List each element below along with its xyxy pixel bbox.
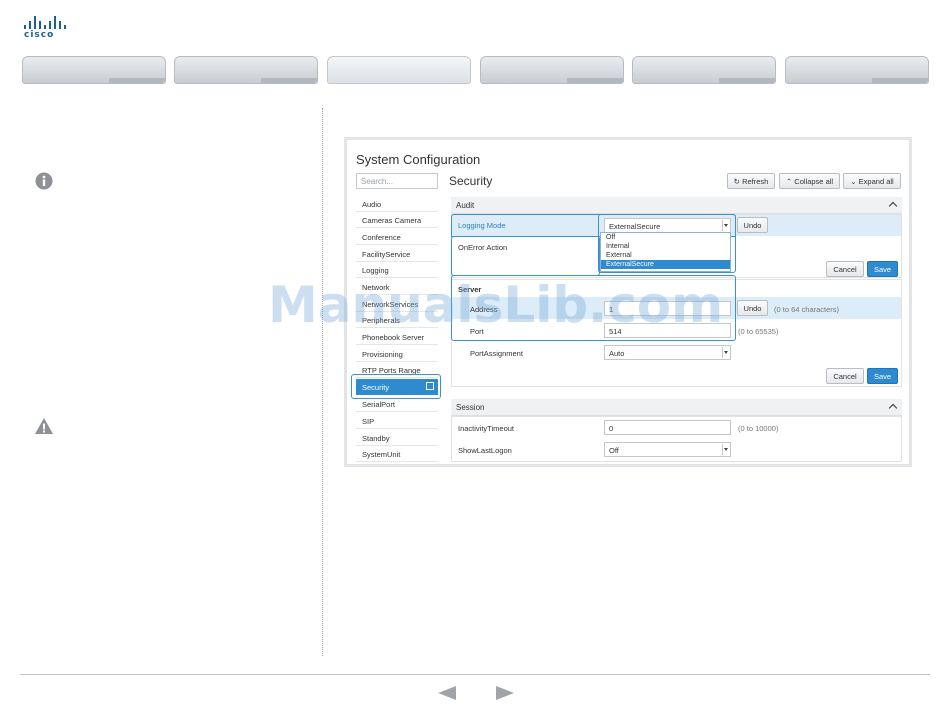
refresh-icon: ↻ xyxy=(733,177,740,186)
showlastlogon-value: Off xyxy=(609,446,619,455)
info-icon xyxy=(35,172,53,190)
inactivity-timeout-hint: (0 to 10000) xyxy=(738,424,779,433)
portassignment-value: Auto xyxy=(609,349,625,358)
cisco-logo: cisco xyxy=(22,16,72,42)
server-cancel-button[interactable]: Cancel xyxy=(826,368,864,384)
cisco-logo-bars xyxy=(24,16,70,29)
audit-group-title: Audit xyxy=(456,201,475,210)
showlastlogon-select[interactable]: Off xyxy=(604,442,731,457)
cisco-logo-text: cisco xyxy=(24,30,55,40)
menu-item-audio[interactable]: Audio xyxy=(356,196,438,212)
next-page-arrow-icon[interactable] xyxy=(496,686,514,700)
menu-item-standby[interactable]: Standby xyxy=(356,430,438,446)
session-group-header[interactable]: Session xyxy=(451,399,902,416)
page-title: System Configuration xyxy=(356,152,481,167)
session-group-title: Session xyxy=(456,403,485,412)
expand-all-label: Expand all xyxy=(858,177,894,186)
top-tab-1[interactable] xyxy=(22,56,166,84)
watermark: ManualsLib.com xyxy=(268,276,724,334)
column-divider xyxy=(322,108,323,656)
select-arrow-icon xyxy=(722,347,729,358)
dropdown-highlight xyxy=(598,214,736,273)
menu-item-conference[interactable]: Conference xyxy=(356,229,438,245)
portassignment-select[interactable]: Auto xyxy=(604,345,731,360)
refresh-button[interactable]: ↻ Refresh xyxy=(727,173,775,189)
portassignment-label: PortAssignment xyxy=(470,349,523,358)
collapse-all-label: Collapse all xyxy=(794,177,834,186)
port-hint: (0 to 65535) xyxy=(738,327,779,336)
top-tab-5[interactable] xyxy=(632,56,776,84)
chevron-down-icon: ⌄ xyxy=(850,177,857,186)
footer-divider xyxy=(20,674,930,675)
select-arrow-icon xyxy=(722,444,729,455)
address-undo-button[interactable]: Undo xyxy=(737,300,768,316)
audit-cancel-button[interactable]: Cancel xyxy=(826,261,864,277)
top-tab-6[interactable] xyxy=(785,56,929,84)
top-tab-4[interactable] xyxy=(480,56,624,84)
top-tab-3[interactable] xyxy=(327,56,471,84)
search-input[interactable]: Search... xyxy=(356,173,438,189)
address-hint: (0 to 64 characters) xyxy=(774,305,840,314)
inactivity-timeout-label: InactivityTimeout xyxy=(458,424,514,433)
menu-item-serialport[interactable]: SerialPort xyxy=(356,396,438,412)
showlastlogon-label: ShowLastLogon xyxy=(458,446,512,455)
section-title: Security xyxy=(449,174,493,188)
top-tab-2[interactable] xyxy=(174,56,318,84)
expand-all-button[interactable]: ⌄ Expand all xyxy=(843,173,901,189)
audit-save-button[interactable]: Save xyxy=(867,261,898,277)
menu-item-sip[interactable]: SIP xyxy=(356,413,438,429)
menu-item-facilityservice[interactable]: FacilityService xyxy=(356,246,438,262)
audit-group-header[interactable]: Audit xyxy=(451,197,902,214)
warning-icon xyxy=(35,418,53,434)
chevron-up-icon: ⌃ xyxy=(785,177,793,186)
menu-item-systemunit[interactable]: SystemUnit xyxy=(356,446,438,462)
collapse-chevron-icon xyxy=(888,403,898,413)
collapse-all-button[interactable]: ⌃ Collapse all xyxy=(779,173,840,189)
previous-page-arrow-icon[interactable] xyxy=(438,686,456,700)
audit-undo-button[interactable]: Undo xyxy=(737,217,768,233)
onerror-highlight xyxy=(451,236,600,276)
server-save-button[interactable]: Save xyxy=(867,368,898,384)
inactivity-timeout-input[interactable]: 0 xyxy=(604,420,731,435)
menu-item-cameras[interactable]: Cameras Camera xyxy=(356,212,438,228)
collapse-chevron-icon xyxy=(888,201,898,211)
refresh-label: Refresh xyxy=(742,177,769,186)
menu-item-provisioning[interactable]: Provisioning xyxy=(356,346,438,362)
